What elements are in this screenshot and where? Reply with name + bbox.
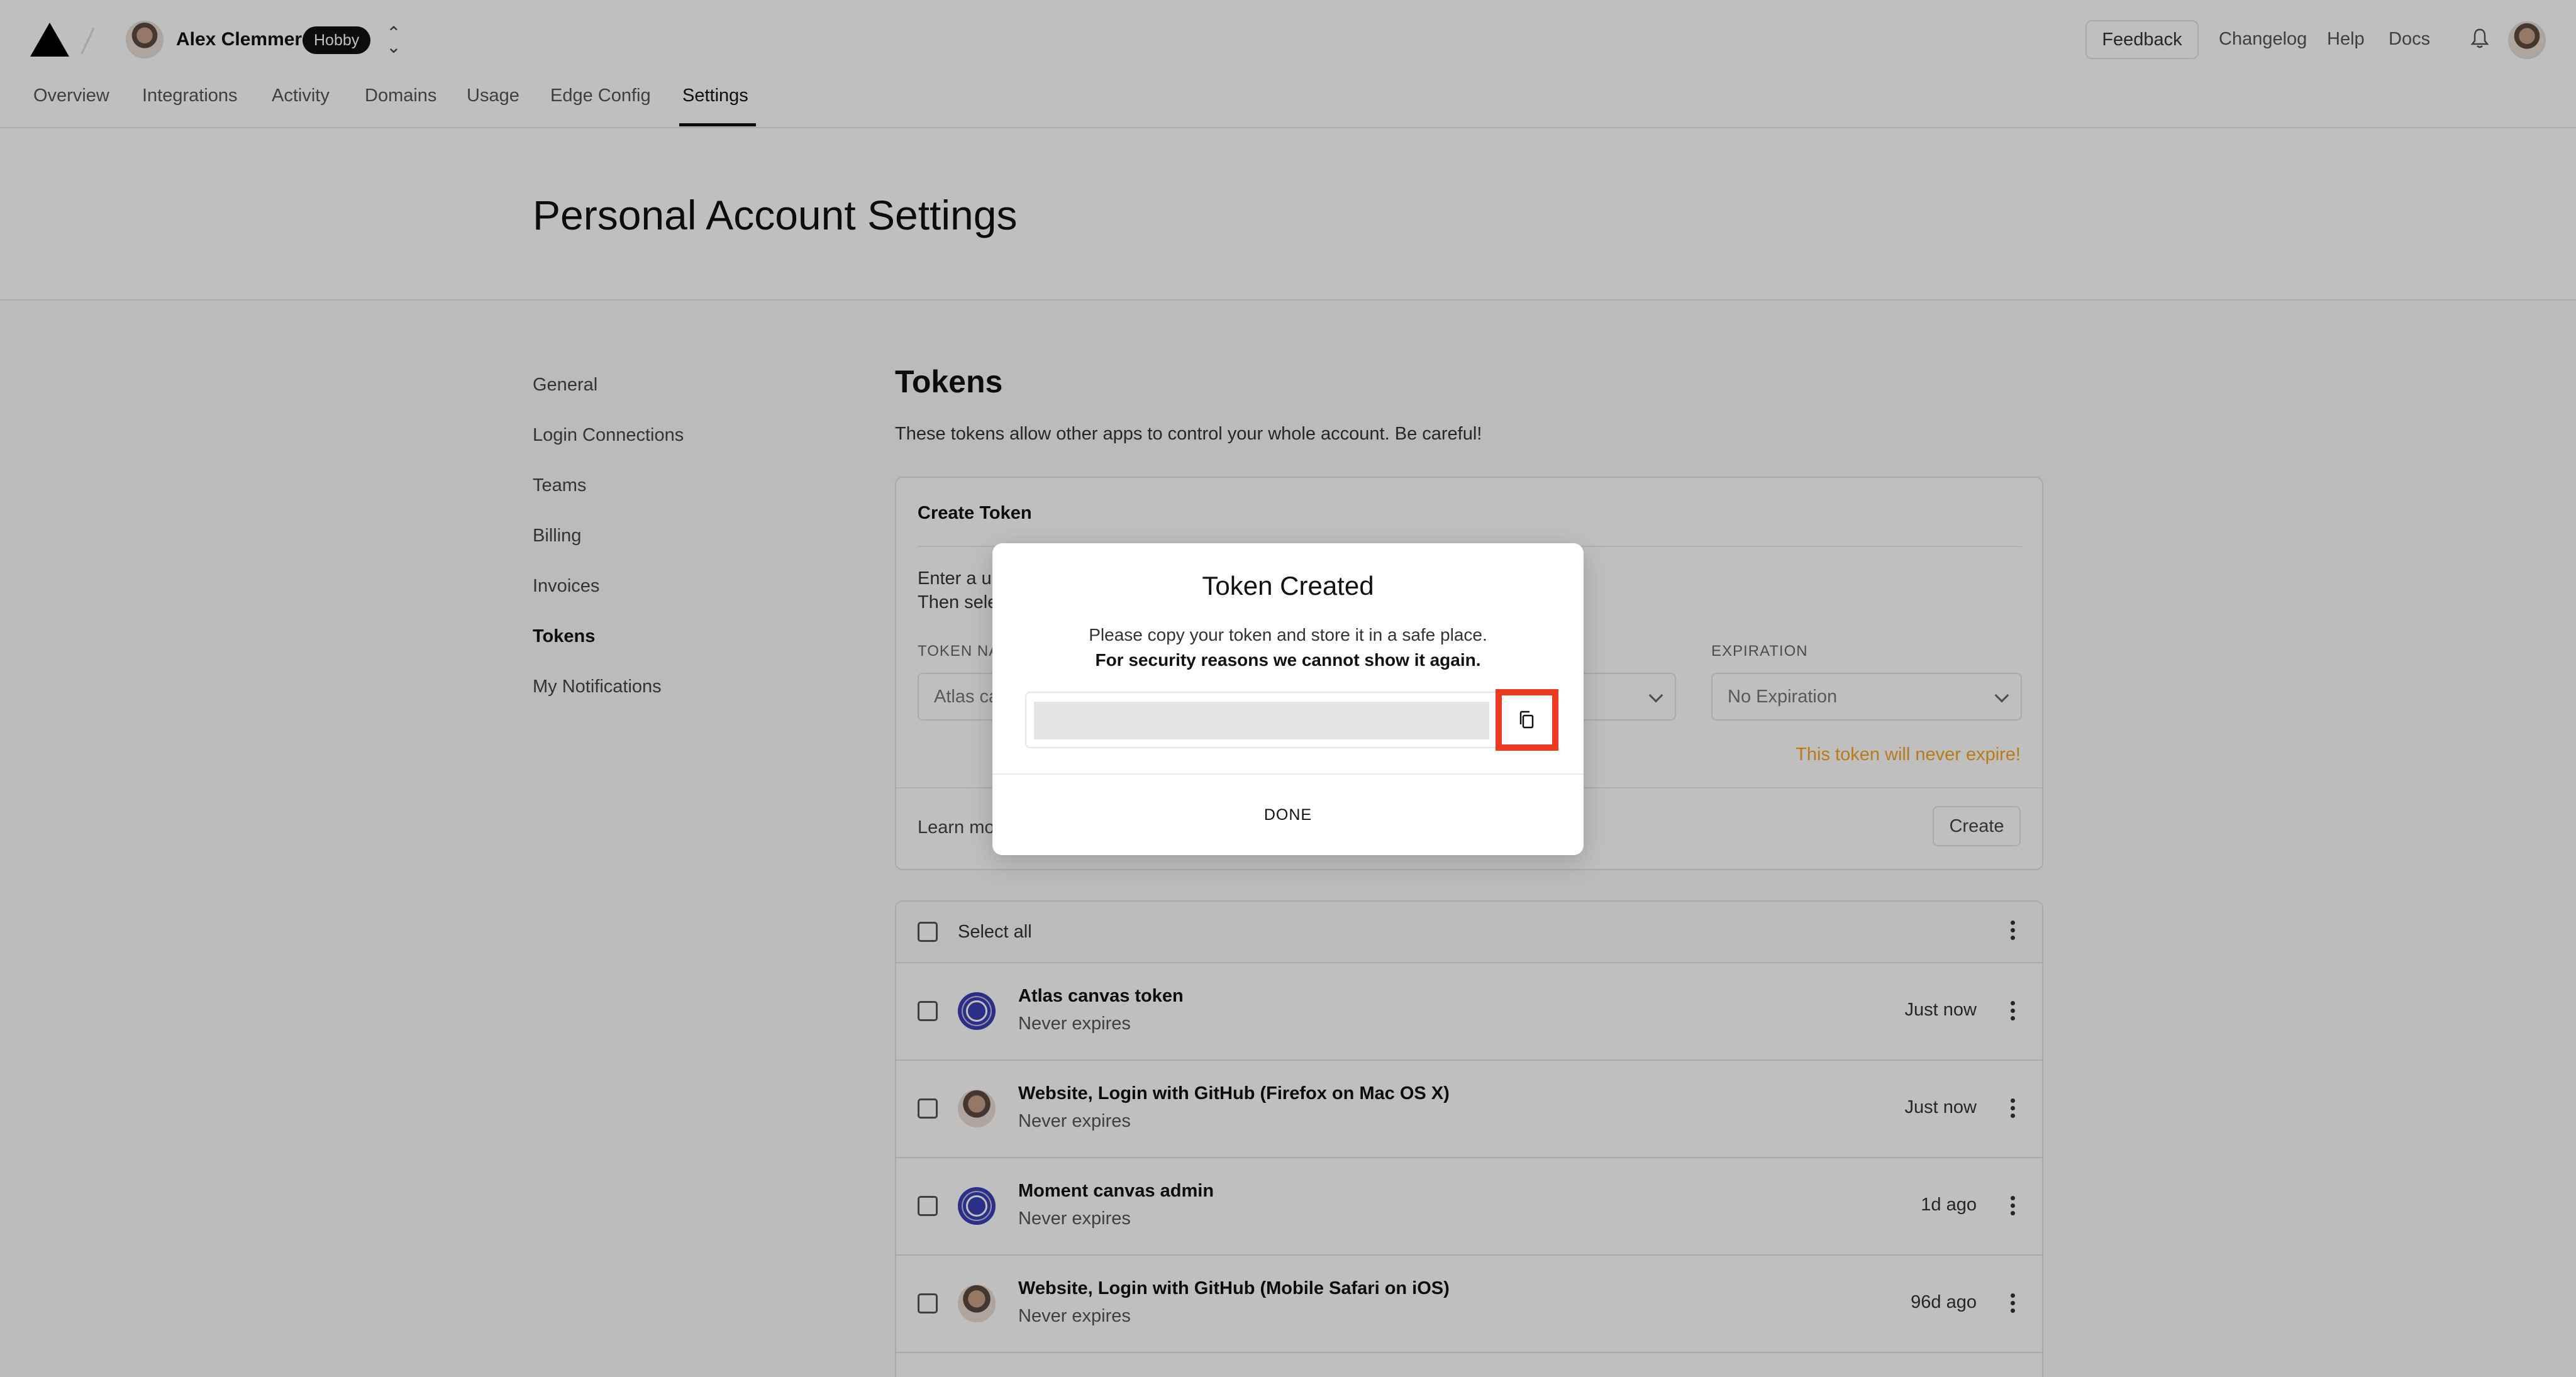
copy-icon (1519, 711, 1534, 729)
token-field[interactable] (1025, 692, 1547, 748)
copy-token-button[interactable] (1496, 689, 1558, 751)
modal-message: Please copy your token and store it in a… (1089, 625, 1487, 644)
modal-security-note: For security reasons we cannot show it a… (1095, 650, 1481, 670)
modal-title: Token Created (1202, 571, 1374, 600)
token-value-redacted[interactable] (1034, 702, 1489, 739)
done-button[interactable]: DONE (992, 775, 1584, 855)
token-created-modal: Token Created Please copy your token and… (992, 543, 1584, 855)
